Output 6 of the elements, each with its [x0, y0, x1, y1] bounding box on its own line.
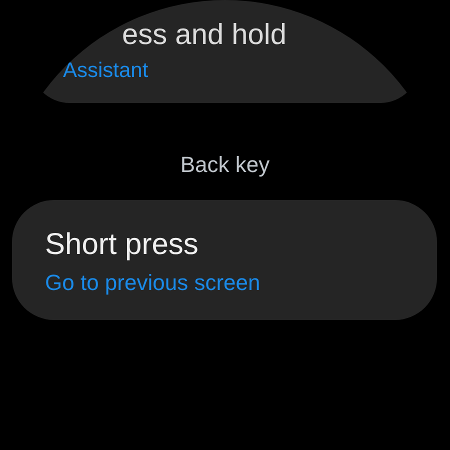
setting-value: Assistant [62, 58, 148, 84]
setting-value: Go to previous screen [45, 270, 260, 295]
setting-title: Short press [45, 228, 198, 261]
section-header: Back key [179, 152, 271, 178]
setting-title: ess and hold [121, 18, 286, 52]
setting-item[interactable]: Short press Go to previous screen [12, 200, 437, 320]
